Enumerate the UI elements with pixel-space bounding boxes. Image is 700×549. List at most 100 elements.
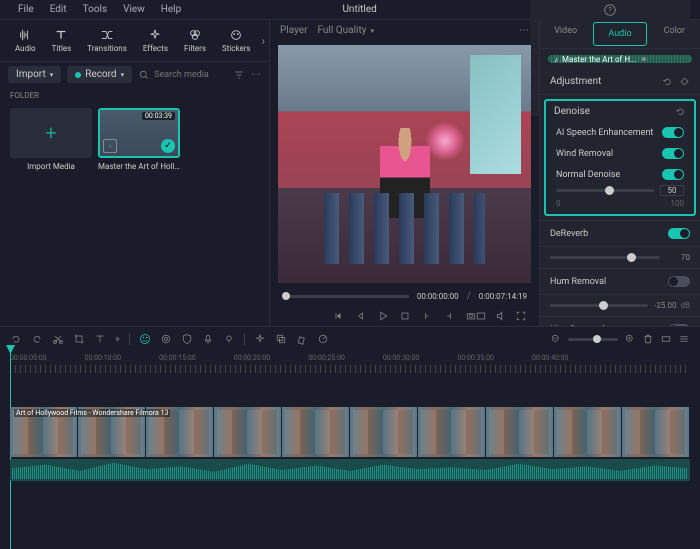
menu-view[interactable]: View [115,2,153,17]
target-icon[interactable] [160,333,172,345]
fit-icon[interactable] [475,310,487,322]
mark-in-icon[interactable] [421,310,433,322]
reset-icon[interactable] [662,76,673,87]
audio-clip-chip[interactable]: ♪ Master the Art of H... [548,55,692,63]
zoom-out-icon[interactable] [550,333,562,345]
dereverb-value: 70 [666,253,690,262]
time-total: 0:00:07:14:19 [479,292,527,301]
smiley-icon[interactable] [139,333,151,345]
zoom-in-icon[interactable] [624,333,636,345]
menu-help[interactable]: Help [153,2,189,17]
fit-timeline-icon[interactable] [660,333,672,345]
mic-icon[interactable] [202,333,214,345]
media-toolbar: Audio Titles Transitions Effects Filters… [0,20,269,62]
filter-icon[interactable] [233,69,245,81]
dereverb-slider[interactable] [550,256,660,259]
tab-video[interactable]: Video [540,20,591,48]
tool-titles[interactable]: Titles [45,26,79,55]
sparkle-icon[interactable] [254,333,266,345]
text-icon[interactable] [94,333,106,345]
delete-icon[interactable] [642,333,654,345]
denoise-title: Denoise [554,106,590,117]
search-icon [138,69,150,81]
play-icon[interactable] [377,310,389,322]
more-tools-icon[interactable]: » [115,334,120,345]
mark-out-icon[interactable] [443,310,455,322]
tool-effects[interactable]: Effects [136,26,175,55]
denoise-block: Denoise AI Speech Enhancement Wind Remov… [544,99,696,216]
preview-canvas[interactable] [278,45,531,283]
fullscreen-icon[interactable] [515,310,527,322]
wind-removal-label: Wind Removal [556,149,613,159]
redo-icon[interactable] [31,333,43,345]
help-icon[interactable]: ? [603,3,617,17]
stop-icon[interactable] [399,310,411,322]
import-button[interactable]: Import ▾ [8,66,61,83]
player-dropdown[interactable]: Player [280,25,307,36]
undo-icon[interactable] [10,333,22,345]
layers-icon[interactable] [275,333,287,345]
ai-speech-label: AI Speech Enhancement [556,128,653,138]
hum-label: Hum Removal [550,277,606,287]
tab-color[interactable]: Color [649,20,700,48]
cut-icon[interactable] [52,333,64,345]
video-track[interactable]: Art of Hollywood Films - Wondershare Fil… [10,407,690,457]
quality-dropdown[interactable]: Full Quality ▾ [317,25,374,36]
clip-name: Master the Art of H... [562,55,636,63]
document-title: Untitled [189,4,530,15]
tool-stickers[interactable]: Stickers [215,26,258,55]
edit-icon[interactable] [296,333,308,345]
normal-denoise-toggle[interactable] [662,169,684,180]
bulb-icon[interactable] [223,333,235,345]
keyframe-icon[interactable] [679,76,690,87]
time-current: 00:00:00:00 [417,292,459,301]
denoise-slider[interactable] [556,189,654,192]
shield-icon[interactable] [181,333,193,345]
denoise-value-input[interactable] [660,185,684,196]
video-clip-label: Art of Hollywood Films - Wondershare Fil… [14,409,170,417]
search-input[interactable] [154,70,224,80]
note-icon: ♪ [554,55,558,63]
clip-mark-icon: ▫ [103,139,117,153]
hum-toggle[interactable] [668,276,690,287]
media-clip-tile[interactable]: 00:03:39 ▫ ✓ Master the Art of Holl... [98,108,180,171]
tool-audio[interactable]: Audio [8,26,43,55]
import-media-tile[interactable]: + Import Media [10,108,92,171]
tool-filters[interactable]: Filters [177,26,213,55]
scrub-bar[interactable] [282,295,409,298]
hiss-toggle[interactable] [668,324,690,326]
adjustment-section: Adjustment [540,69,700,95]
dereverb-toggle[interactable] [668,228,690,239]
zoom-slider[interactable] [568,338,618,341]
more-icon[interactable]: ⋯ [251,69,261,80]
prev-frame-icon[interactable] [333,310,345,322]
hum-value: -25.00dB [654,301,690,310]
tool-transitions[interactable]: Transitions [80,26,134,55]
speed-icon[interactable] [317,333,329,345]
plus-icon: + [45,121,56,145]
svg-text:?: ? [608,7,612,15]
denoise-reset-icon[interactable] [675,106,686,117]
audio-track[interactable] [10,459,690,481]
tab-audio[interactable]: Audio [593,22,646,46]
folder-label: FOLDER [0,87,269,104]
normal-denoise-label: Normal Denoise [556,170,620,180]
wind-removal-toggle[interactable] [662,148,684,159]
step-back-icon[interactable] [355,310,367,322]
search-box[interactable] [138,69,227,81]
volume-icon[interactable] [495,310,507,322]
hum-slider[interactable] [550,304,648,307]
menu-file[interactable]: File [10,2,42,17]
menu-edit[interactable]: Edit [42,2,75,17]
timeline-ruler[interactable]: 00:00:05:0000:00:10:0000:00:15:0000:00:2… [0,351,700,365]
scroll-right-icon[interactable]: › [261,34,265,48]
expand-icon[interactable] [678,333,690,345]
record-button[interactable]: Record ▾ [67,66,132,83]
preview-more-icon[interactable]: ⋯ [519,25,529,36]
dereverb-label: DeReverb [550,229,588,239]
ai-speech-toggle[interactable] [662,127,684,138]
menu-tools[interactable]: Tools [75,2,115,17]
crop-icon[interactable] [73,333,85,345]
clip-duration: 00:03:39 [142,112,175,120]
check-icon: ✓ [161,139,175,153]
